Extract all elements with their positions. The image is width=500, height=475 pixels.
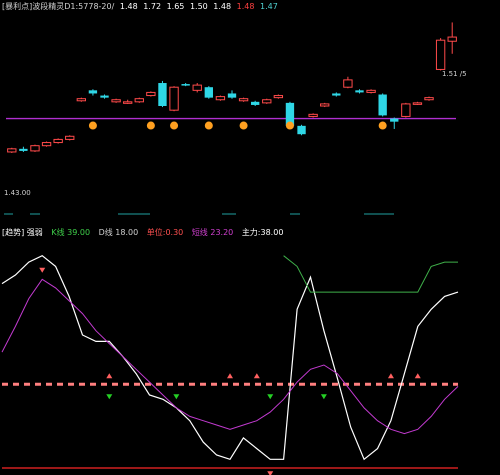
header-mid-value: 1.48 [236, 2, 255, 11]
buy-arrow [253, 373, 260, 379]
candle-body-up [169, 86, 179, 111]
green-signal-arrow [106, 394, 113, 400]
sell-arrow [39, 267, 46, 273]
buy-marker [170, 121, 179, 130]
candle-body-up [76, 98, 87, 102]
candle-body-up [424, 97, 434, 101]
price-panel-header: [暴利点]波段精灵D1:5778-20/ 1.48 1.72 1.65 1.50… [2, 1, 278, 12]
sell-arrow [267, 471, 274, 475]
unit-label: 单位:0.30 [146, 228, 184, 237]
candle-body-down [88, 90, 98, 94]
header-value-3: 1.65 [166, 2, 185, 11]
candle-body-down [251, 101, 260, 105]
candle-body-down [100, 95, 109, 98]
candle-body-up [262, 99, 272, 104]
green-signal-arrow [173, 394, 180, 400]
candle-body-down [181, 84, 190, 86]
candle-body-down [297, 125, 306, 135]
candle-body-up [192, 84, 202, 91]
d-line-label: D线 18.00 [98, 228, 139, 237]
candle-body-up [308, 113, 318, 117]
candle-body-up [146, 91, 156, 97]
candle-body-up [111, 99, 121, 103]
header-value-5: 1.48 [213, 2, 232, 11]
green-signal-arrow [320, 394, 327, 400]
candle-body-up [320, 103, 330, 107]
candle-body-up [41, 142, 52, 147]
candle-body-up [65, 135, 75, 140]
header-value-4: 1.50 [189, 2, 208, 11]
d-line-series [1, 278, 459, 435]
candle-body-down [355, 90, 364, 93]
indicator-panel-header: [趋势] 强弱 K线 39.00 D线 18.00 单位:0.30 短线 23.… [2, 227, 289, 238]
candle-body-up [401, 103, 411, 117]
candle-body-up [30, 145, 40, 152]
buy-marker [146, 121, 155, 130]
buy-marker [378, 121, 387, 130]
candle-body-up [53, 138, 63, 144]
buy-marker [239, 121, 248, 130]
buy-marker [204, 121, 213, 130]
band-line-series [283, 255, 458, 293]
buy-arrow [227, 373, 233, 379]
buy-arrow [106, 373, 113, 379]
candle-body-down [378, 94, 387, 116]
candle-body-down [158, 83, 167, 106]
k-line-label: K线 39.00 [51, 228, 91, 237]
buy-arrow [414, 373, 421, 379]
candle-body-up [447, 36, 457, 42]
price-high-label: 1.51 /5 [442, 70, 467, 78]
candle-body-up [412, 102, 423, 105]
header-value-2: 1.72 [143, 2, 162, 11]
candle-body-up [134, 98, 144, 103]
candle-body-down [204, 87, 213, 98]
candle-body-down [19, 148, 28, 151]
candle-body-down [332, 93, 341, 96]
green-signal-arrow [267, 394, 274, 400]
buy-marker [88, 121, 97, 130]
price-low-label: 1.43.00 [4, 189, 31, 197]
candle-body-up [238, 98, 249, 102]
buy-arrow [387, 373, 394, 379]
indicator-panel-title: [趋势] 强弱 [2, 228, 43, 237]
indicator-title: [暴利点]波段精灵D1:5778-20/ [2, 2, 115, 11]
header-cyan-value: 1.47 [260, 2, 278, 11]
candle-body-up [215, 96, 226, 101]
candle-body-down [227, 93, 237, 98]
header-value-1: 1.48 [119, 2, 138, 11]
candle-body-up [273, 95, 284, 99]
buy-marker [285, 121, 294, 130]
short-line-label: 短线 23.20 [191, 228, 234, 237]
main-force-label: 主力:38.00 [241, 228, 284, 237]
candle-body-down [390, 118, 399, 122]
candle-body-up [435, 39, 446, 70]
candle-body-up [343, 79, 353, 88]
candle-body-up [123, 101, 133, 104]
candle-body-up [7, 148, 17, 153]
candle-body-up [366, 89, 376, 93]
